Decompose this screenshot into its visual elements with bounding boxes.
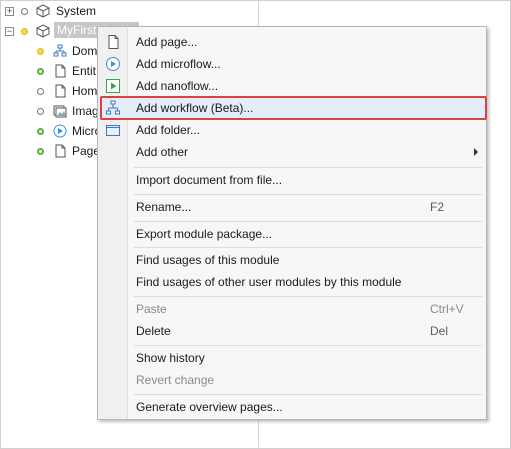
tree-item-label: Entit bbox=[72, 64, 97, 78]
menu-item-add-microflow[interactable]: Add microflow... bbox=[98, 53, 486, 75]
status-dot-icon bbox=[37, 128, 44, 135]
menu-item-rename[interactable]: Rename... F2 bbox=[98, 196, 486, 218]
menu-item-label: Find usages of this module bbox=[136, 253, 280, 267]
tree-item-label: Page bbox=[72, 144, 101, 158]
context-menu: Add page... Add microflow... Add nanoflo… bbox=[97, 26, 487, 420]
menu-item-label: Show history bbox=[136, 351, 205, 365]
tree-item-label: Imag bbox=[72, 104, 99, 118]
menu-item-add-nanoflow[interactable]: Add nanoflow... bbox=[98, 75, 486, 97]
menu-item-label: Add page... bbox=[136, 35, 198, 49]
document-icon bbox=[55, 64, 66, 78]
menu-item-label: Add microflow... bbox=[136, 57, 221, 71]
domain-model-icon bbox=[53, 44, 67, 57]
module-box-icon bbox=[36, 4, 50, 18]
menu-item-label: Paste bbox=[136, 302, 167, 316]
microflow-icon bbox=[53, 124, 67, 138]
menu-item-label: Add other bbox=[136, 145, 189, 159]
menu-item-label: Find usages of other user modules by thi… bbox=[136, 275, 402, 289]
document-icon bbox=[55, 84, 66, 98]
status-dot-icon bbox=[37, 88, 44, 95]
menu-separator bbox=[134, 345, 482, 346]
menu-item-revert-change[interactable]: Revert change bbox=[98, 369, 486, 391]
status-dot-icon bbox=[21, 8, 28, 15]
menu-item-shortcut: Del bbox=[430, 324, 449, 338]
menu-item-show-history[interactable]: Show history bbox=[98, 347, 486, 369]
status-dot-icon bbox=[37, 108, 44, 115]
status-dot-icon bbox=[21, 28, 28, 35]
menu-item-shortcut: Ctrl+V bbox=[430, 302, 464, 316]
menu-separator bbox=[134, 167, 482, 168]
status-dot-icon bbox=[37, 68, 44, 75]
menu-separator bbox=[134, 296, 482, 297]
tree-item-label: Dom bbox=[72, 44, 98, 58]
tree-item-label: Hom bbox=[72, 84, 98, 98]
menu-separator bbox=[134, 221, 482, 222]
menu-item-label: Rename... bbox=[136, 200, 192, 214]
tree-item-label: System bbox=[56, 4, 97, 18]
document-icon bbox=[55, 144, 66, 158]
menu-item-find-usages[interactable]: Find usages of this module bbox=[98, 249, 486, 271]
page-icon bbox=[108, 35, 119, 49]
menu-item-label: Export module package... bbox=[136, 227, 273, 241]
image-collection-icon bbox=[53, 105, 67, 118]
menu-item-label: Add nanoflow... bbox=[136, 79, 219, 93]
menu-separator bbox=[134, 194, 482, 195]
menu-item-add-page[interactable]: Add page... bbox=[98, 31, 486, 53]
menu-item-generate-overview[interactable]: Generate overview pages... bbox=[98, 396, 486, 418]
folder-icon bbox=[106, 125, 120, 136]
menu-item-paste[interactable]: Paste Ctrl+V bbox=[98, 298, 486, 320]
menu-item-import-document[interactable]: Import document from file... bbox=[98, 169, 486, 191]
menu-item-shortcut: F2 bbox=[430, 200, 445, 214]
menu-item-label: Generate overview pages... bbox=[136, 400, 283, 414]
menu-item-label: Import document from file... bbox=[136, 173, 283, 187]
menu-item-export-module[interactable]: Export module package... bbox=[98, 223, 486, 245]
menu-separator bbox=[134, 394, 482, 395]
tree-item-system[interactable]: + System bbox=[0, 1, 250, 21]
menu-item-label: Delete bbox=[136, 324, 171, 338]
microflow-icon bbox=[106, 57, 120, 71]
nanoflow-icon bbox=[106, 79, 120, 93]
menu-item-find-usages-other[interactable]: Find usages of other user modules by thi… bbox=[98, 271, 486, 293]
menu-item-label: Revert change bbox=[136, 373, 215, 387]
highlight-annotation-box bbox=[100, 96, 487, 120]
submenu-arrow-icon bbox=[474, 148, 478, 156]
menu-item-add-folder[interactable]: Add folder... bbox=[98, 119, 486, 141]
status-dot-icon bbox=[37, 48, 44, 55]
menu-item-delete[interactable]: Delete Del bbox=[98, 320, 486, 342]
menu-separator bbox=[134, 247, 482, 248]
module-box-icon bbox=[36, 24, 50, 38]
status-dot-icon bbox=[37, 148, 44, 155]
menu-item-label: Add folder... bbox=[136, 123, 201, 137]
menu-item-add-other[interactable]: Add other bbox=[98, 141, 486, 163]
expand-icon[interactable]: + bbox=[5, 7, 14, 16]
collapse-icon[interactable]: − bbox=[5, 27, 14, 36]
